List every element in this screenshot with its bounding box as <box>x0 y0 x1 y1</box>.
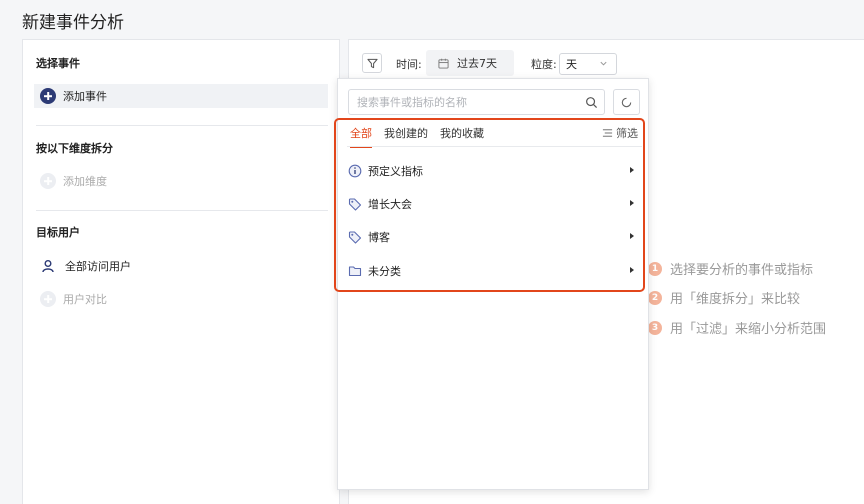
add-dimension-label: 添加维度 <box>63 175 107 188</box>
user-icon <box>42 260 54 273</box>
add-event-label: 添加事件 <box>63 90 107 103</box>
all-users-label: 全部访问用户 <box>65 260 131 273</box>
left-config-panel: 选择事件 添加事件 按以下维度拆分 添加维度 目标用户 全部访问用户 用户对比 <box>22 39 340 504</box>
category-filter-button[interactable]: 筛选 <box>602 125 638 141</box>
category-blog[interactable]: 博客 <box>348 224 638 250</box>
add-dimension-button[interactable]: 添加维度 <box>40 173 107 189</box>
event-search-box[interactable] <box>348 89 605 115</box>
filter-label: 筛选 <box>616 127 638 140</box>
time-label: 时间: <box>396 58 422 71</box>
dimension-title: 按以下维度拆分 <box>36 142 113 155</box>
tab-all[interactable]: 全部 <box>350 125 372 148</box>
category-label: 未分类 <box>368 265 401 278</box>
granularity-value: 天 <box>566 58 577 71</box>
event-picker-dropdown: 全部 我创建的 我的收藏 筛选 预定义指标 增长大会 博 <box>337 78 649 490</box>
time-range-select[interactable]: 过去7天 <box>426 50 514 76</box>
category-label: 预定义指标 <box>368 165 423 178</box>
tag-icon <box>348 231 362 244</box>
hint-number-badge: 2 <box>648 290 662 305</box>
tab-my-favorites[interactable]: 我的收藏 <box>440 125 484 148</box>
category-uncategorized[interactable]: 未分类 <box>348 258 638 284</box>
hint-text: 选择要分析的事件或指标 <box>670 263 814 278</box>
event-tabs: 全部 我创建的 我的收藏 <box>350 125 496 148</box>
hint-number-badge: 1 <box>648 261 662 276</box>
add-event-button[interactable]: 添加事件 <box>34 84 328 108</box>
filter-button[interactable] <box>362 53 382 73</box>
info-icon <box>348 164 362 178</box>
hint-text: 用「维度拆分」来比较 <box>670 292 801 307</box>
caret-right-icon <box>630 167 634 173</box>
hint-step-1: 1 选择要分析的事件或指标 <box>648 259 813 278</box>
funnel-icon <box>366 58 378 68</box>
hint-step-2: 2 用「维度拆分」来比较 <box>648 288 800 307</box>
caret-right-icon <box>630 233 634 239</box>
target-user-title: 目标用户 <box>36 226 80 239</box>
select-event-title: 选择事件 <box>36 57 80 70</box>
category-growth-conference[interactable]: 增长大会 <box>348 191 638 217</box>
category-label: 增长大会 <box>368 198 412 211</box>
divider <box>36 125 328 126</box>
caret-right-icon <box>630 267 634 273</box>
tag-icon <box>348 198 362 211</box>
folder-icon <box>348 266 362 277</box>
all-users-selector[interactable]: 全部访问用户 <box>40 258 131 274</box>
granularity-label: 粒度: <box>531 58 557 71</box>
event-search-input[interactable] <box>357 95 577 109</box>
time-range-value: 过去7天 <box>457 57 497 70</box>
plus-circle-icon <box>40 88 56 104</box>
hint-text: 用「过滤」来缩小分析范围 <box>670 322 827 337</box>
user-compare-label: 用户对比 <box>63 293 107 306</box>
plus-circle-icon <box>40 291 56 307</box>
calendar-icon <box>438 58 449 69</box>
granularity-select[interactable]: 天 <box>559 53 617 75</box>
search-icon[interactable] <box>585 96 598 109</box>
user-compare-button[interactable]: 用户对比 <box>40 291 107 307</box>
caret-right-icon <box>630 200 634 206</box>
tab-created-by-me[interactable]: 我创建的 <box>384 125 428 148</box>
hint-step-3: 3 用「过滤」来缩小分析范围 <box>648 318 826 337</box>
category-label: 博客 <box>368 231 390 244</box>
divider <box>347 146 642 147</box>
refresh-icon <box>621 97 632 107</box>
hint-number-badge: 3 <box>648 320 662 335</box>
list-filter-icon <box>602 129 613 137</box>
divider <box>36 210 328 211</box>
plus-circle-icon <box>40 173 56 189</box>
chevron-down-icon <box>600 61 607 66</box>
page-title: 新建事件分析 <box>22 13 124 33</box>
category-predefined-metrics[interactable]: 预定义指标 <box>348 158 638 184</box>
refresh-button[interactable] <box>613 89 640 115</box>
